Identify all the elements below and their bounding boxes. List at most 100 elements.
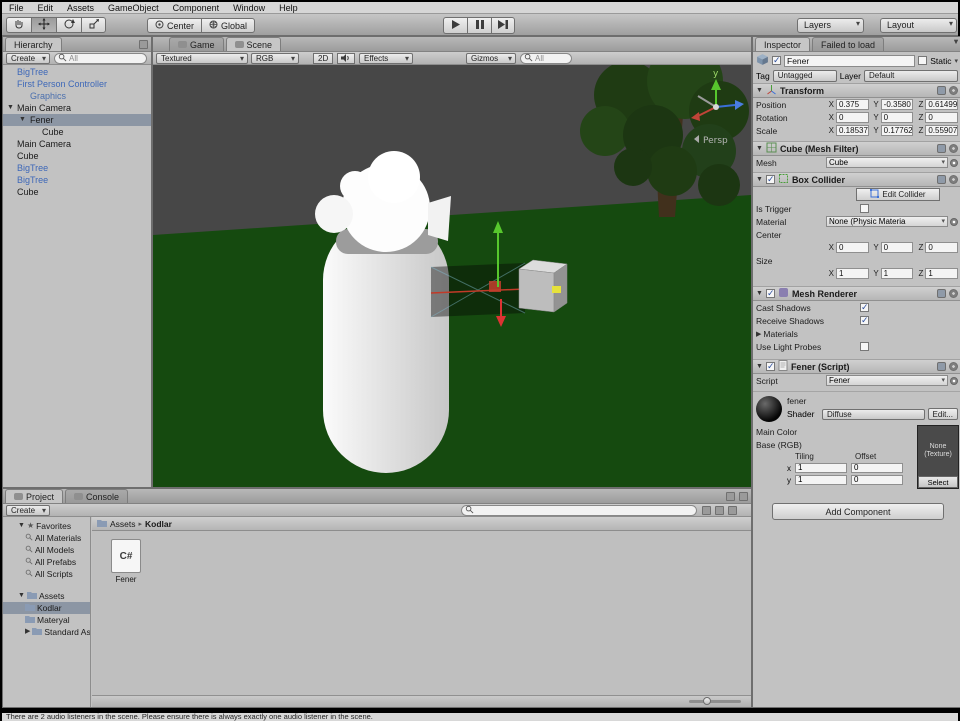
is-trigger-checkbox[interactable] — [860, 204, 869, 213]
scale-z-field[interactable]: 0.55907 — [925, 125, 959, 136]
hierarchy-item[interactable]: ▼ Main Camera — [3, 102, 151, 114]
hierarchy-item[interactable]: BigTree — [3, 174, 151, 186]
menu-gameobject[interactable]: GameObject — [101, 2, 166, 13]
global-pivot-button[interactable]: Global — [201, 18, 256, 33]
tiling-x-field[interactable]: 1 — [795, 463, 847, 473]
assets-root[interactable]: ▼ Assets — [3, 590, 90, 602]
receive-shadows-checkbox[interactable] — [860, 315, 869, 326]
transform-header[interactable]: ▼ Transform — [753, 83, 960, 98]
static-checkbox[interactable] — [918, 56, 928, 65]
pause-button[interactable] — [467, 17, 491, 34]
menu-help[interactable]: Help — [272, 2, 305, 13]
mesh-object-field[interactable]: Cube — [826, 157, 948, 168]
tab-game[interactable]: Game — [169, 37, 224, 51]
shading-mode-dropdown[interactable]: Textured — [156, 53, 248, 64]
tab-project[interactable]: Project — [5, 489, 64, 503]
scale-tool-button[interactable] — [81, 17, 106, 33]
hierarchy-search-input[interactable] — [69, 54, 143, 63]
box-collider-enabled-checkbox[interactable] — [765, 174, 775, 185]
hierarchy-item[interactable]: Cube — [3, 126, 151, 138]
render-channel-dropdown[interactable]: RGB — [251, 53, 299, 64]
layers-dropdown[interactable]: Layers — [797, 18, 864, 33]
gear-icon[interactable] — [949, 86, 958, 95]
move-tool-button[interactable] — [31, 17, 56, 33]
persp-label[interactable]: Persp — [703, 136, 728, 146]
project-create-dropdown[interactable]: Create — [6, 505, 50, 516]
gear-icon[interactable] — [949, 144, 958, 153]
favorites-item[interactable]: All Prefabs — [3, 556, 90, 568]
rotate-tool-button[interactable] — [56, 17, 81, 33]
project-search[interactable] — [461, 505, 697, 516]
hierarchy-item[interactable]: BigTree — [3, 162, 151, 174]
foldout-icon[interactable]: ▼ — [18, 590, 25, 602]
hidden-packages-icon[interactable] — [715, 506, 724, 515]
texture-slot[interactable]: None (Texture) Select — [917, 425, 959, 489]
scene-viewport[interactable]: y Persp — [153, 65, 751, 487]
hierarchy-item[interactable]: Graphics — [3, 90, 151, 102]
gear-icon[interactable] — [949, 362, 958, 371]
hierarchy-create-dropdown[interactable]: Create — [6, 53, 50, 64]
gizmos-dropdown[interactable]: Gizmos — [466, 53, 516, 64]
favorites-item[interactable]: All Models — [3, 544, 90, 556]
hierarchy-item[interactable]: Main Camera — [3, 138, 151, 150]
hierarchy-item[interactable]: BigTree — [3, 66, 151, 78]
tab-hierarchy[interactable]: Hierarchy — [5, 37, 62, 51]
rotation-x-field[interactable]: 0 — [836, 112, 869, 123]
breadcrumb-current[interactable]: Kodlar — [145, 519, 172, 529]
asset-file[interactable]: C# Fener — [106, 539, 146, 584]
layout-dropdown[interactable]: Layout — [880, 18, 957, 33]
scale-y-field[interactable]: 0.17762 — [880, 125, 914, 136]
cast-shadows-checkbox[interactable] — [860, 302, 869, 313]
panel-menu-icon[interactable] — [739, 492, 748, 501]
help-icon[interactable] — [937, 86, 946, 95]
foldout-icon[interactable]: ▼ — [7, 102, 14, 114]
object-picker-icon[interactable] — [950, 158, 958, 167]
menu-edit[interactable]: Edit — [31, 2, 61, 13]
panel-menu-icon[interactable] — [139, 40, 148, 49]
position-z-field[interactable]: 0.61499 — [925, 99, 959, 110]
texture-select-button[interactable]: Select — [918, 476, 958, 488]
2d-toggle-button[interactable]: 2D — [313, 53, 334, 64]
shader-dropdown[interactable]: Diffuse — [822, 408, 925, 420]
hierarchy-item[interactable]: Cube — [3, 150, 151, 162]
center-z-field[interactable]: 0 — [925, 242, 959, 253]
foldout-icon[interactable]: ▼ — [756, 87, 763, 94]
mesh-renderer-header[interactable]: ▼ Mesh Renderer — [753, 286, 960, 301]
rotation-y-field[interactable]: 0 — [880, 112, 914, 123]
offset-y-field[interactable]: 0 — [851, 475, 903, 485]
offset-x-field[interactable]: 0 — [851, 463, 903, 473]
help-icon[interactable] — [937, 144, 946, 153]
script-object-field[interactable]: Fener — [826, 375, 948, 386]
options-icon[interactable] — [728, 506, 737, 515]
size-x-field[interactable]: 1 — [836, 268, 869, 279]
tab-console[interactable]: Console — [65, 489, 129, 503]
breadcrumb-root[interactable]: Assets — [110, 519, 136, 529]
foldout-icon[interactable]: ▶ — [25, 626, 30, 638]
foldout-icon[interactable]: ▼ — [18, 520, 25, 532]
favorites-item[interactable]: All Scripts — [3, 568, 90, 580]
mesh-filter-header[interactable]: ▼ Cube (Mesh Filter) — [753, 141, 960, 156]
size-y-field[interactable]: 1 — [880, 268, 914, 279]
mesh-renderer-enabled-checkbox[interactable] — [765, 288, 775, 299]
tiling-y-field[interactable]: 1 — [795, 475, 847, 485]
hierarchy-search[interactable] — [54, 53, 147, 64]
folder-item[interactable]: ▶ Standard As — [3, 626, 90, 638]
physic-material-field[interactable]: None (Physic Materia — [826, 216, 948, 227]
column-view-icon[interactable] — [702, 506, 711, 515]
favorites-root[interactable]: ▼ ★ Favorites — [3, 520, 90, 532]
foldout-icon[interactable]: ▶ — [756, 330, 761, 338]
favorites-item[interactable]: All Materials — [3, 532, 90, 544]
scene-search-input[interactable] — [535, 54, 568, 63]
layer-dropdown[interactable]: Default — [863, 70, 958, 82]
menu-assets[interactable]: Assets — [60, 2, 101, 13]
gear-icon[interactable] — [949, 289, 958, 298]
foldout-icon[interactable]: ▼ — [756, 176, 763, 183]
foldout-icon[interactable]: ▼ — [756, 363, 763, 370]
help-icon[interactable] — [937, 175, 946, 184]
help-icon[interactable] — [937, 362, 946, 371]
add-component-button[interactable]: Add Component — [772, 503, 944, 520]
fener-script-header[interactable]: ▼ Fener (Script) — [753, 359, 960, 374]
static-dropdown-icon[interactable]: ▾ — [954, 57, 958, 65]
center-pivot-button[interactable]: Center — [147, 18, 202, 33]
project-search-input[interactable] — [476, 506, 693, 515]
